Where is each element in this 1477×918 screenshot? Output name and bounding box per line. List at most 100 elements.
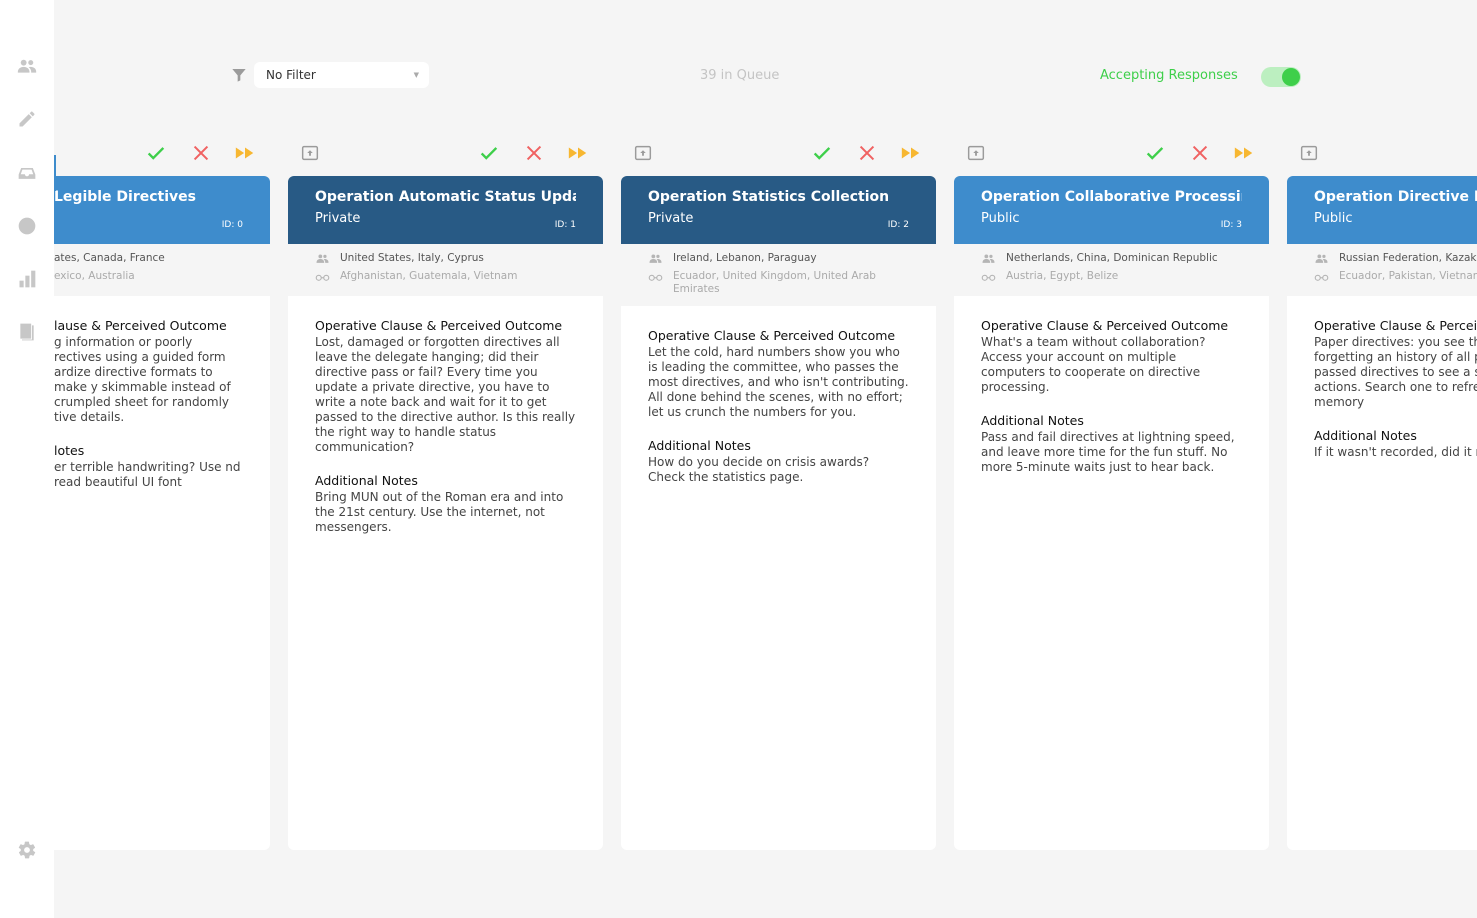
clause-heading: Operative Clause & Perceiv	[1314, 318, 1477, 333]
gear-icon[interactable]	[17, 840, 37, 860]
users-icon	[981, 252, 996, 265]
sidebar	[0, 0, 54, 918]
directive-card: Operation Collaborative Processing Publi…	[954, 140, 1269, 850]
card-body[interactable]: Operative Clause & Perceived Outcome Los…	[288, 296, 603, 850]
observer-list: Ecuador, Pakistan, Vietnam	[1339, 270, 1477, 282]
close-icon[interactable]	[190, 142, 212, 164]
sponsor-row: ates, Canada, France	[54, 252, 243, 265]
pencil-icon[interactable]	[17, 109, 37, 129]
send-icon[interactable]	[965, 142, 987, 164]
card-title: Operation Statistics Collection	[648, 189, 890, 205]
check-icon[interactable]	[1144, 142, 1166, 164]
close-icon[interactable]	[856, 142, 878, 164]
sponsor-list: United States, Italy, Cyprus	[340, 252, 484, 264]
notes-text: How do you decide on crisis awards? Chec…	[648, 455, 870, 484]
card-actions	[1287, 140, 1477, 166]
clause-text: Paper directives: you see th them. Skip …	[1314, 335, 1477, 409]
users-icon	[648, 252, 663, 265]
observer-list: Austria, Egypt, Belize	[1006, 270, 1119, 282]
card-body[interactable]: Operative Clause & Perceived Outcome Let…	[621, 306, 936, 850]
fast-forward-icon[interactable]	[900, 142, 922, 164]
bar-chart-icon[interactable]	[17, 269, 37, 289]
observer-list: Afghanistan, Guatemala, Vietnam	[340, 270, 518, 282]
card-header[interactable]: Operation Automatic Status Updates Priva…	[288, 176, 603, 244]
sponsor-list: Ireland, Lebanon, Paraguay	[673, 252, 817, 264]
observer-list: Ecuador, United Kingdom, United Arab Emi…	[673, 270, 876, 295]
card-privacy: Public	[981, 211, 1020, 226]
card-privacy: Private	[648, 211, 694, 226]
notes-heading: Additional Notes	[1314, 428, 1417, 443]
selection-indicator	[54, 155, 56, 191]
notes-heading: lotes	[54, 443, 85, 458]
card-countries: Ireland, Lebanon, Paraguay Ecuador, Unit…	[621, 244, 936, 301]
card-id: ID: 2	[887, 220, 909, 230]
fast-forward-icon[interactable]	[1233, 142, 1255, 164]
fast-forward-icon[interactable]	[567, 142, 589, 164]
clause-heading: Operative Clause & Perceived Outcome	[315, 318, 563, 333]
card-title: Operation Collaborative Processing	[981, 189, 1242, 205]
card-title: Operation Automatic Status Updates	[315, 189, 576, 205]
card-id: ID: 1	[554, 220, 576, 230]
glasses-icon	[648, 270, 663, 283]
directive-card: Operation Statistics Collection Private …	[621, 140, 936, 850]
clause-text: Lost, damaged or forgotten directives al…	[315, 335, 576, 454]
sponsor-row: United States, Italy, Cyprus	[315, 252, 576, 265]
card-title: Operation Directive Hist	[1314, 189, 1477, 205]
send-icon[interactable]	[1298, 142, 1320, 164]
close-icon[interactable]	[523, 142, 545, 164]
glasses-icon	[315, 270, 330, 283]
clause-heading: Operative Clause & Perceived Outcome	[981, 318, 1229, 333]
card-countries: Netherlands, China, Dominican Republic A…	[954, 244, 1269, 288]
card-id: ID: 3	[1220, 220, 1242, 230]
close-icon[interactable]	[1189, 142, 1211, 164]
check-icon[interactable]	[145, 142, 167, 164]
card-track: Legible Directives ID: 0 ates, Canada, F…	[54, 0, 1477, 918]
users-icon	[315, 252, 330, 265]
notes-heading: Additional Notes	[981, 413, 1084, 428]
card-privacy: Private	[315, 211, 361, 226]
clause-heading: lause & Perceived Outcome	[54, 318, 227, 333]
card-header[interactable]: Operation Statistics Collection Private …	[621, 176, 936, 244]
card-countries: ates, Canada, France exico, Australia	[54, 244, 270, 288]
fast-forward-icon[interactable]	[234, 142, 256, 164]
notes-text: er terrible handwriting? Use nd read bea…	[54, 460, 241, 489]
card-title: Legible Directives	[54, 189, 196, 205]
clause-text: Let the cold, hard numbers show you who …	[648, 345, 909, 419]
card-header[interactable]: Legible Directives ID: 0	[54, 176, 270, 244]
notes-heading: Additional Notes	[315, 473, 418, 488]
check-icon[interactable]	[478, 142, 500, 164]
card-countries: Russian Federation, Kazakh Ecuador, Paki…	[1287, 244, 1477, 288]
check-icon[interactable]	[811, 142, 833, 164]
directive-card: Legible Directives ID: 0 ates, Canada, F…	[54, 140, 270, 850]
observer-row: Austria, Egypt, Belize	[981, 270, 1242, 283]
glasses-icon	[1314, 270, 1329, 283]
clock-icon[interactable]	[17, 216, 37, 236]
card-actions	[621, 140, 936, 166]
notes-text: If it wasn't recorded, did it r	[1314, 445, 1477, 459]
card-header[interactable]: Operation Collaborative Processing Publi…	[954, 176, 1269, 244]
clause-text: g information or poorly rectives using a…	[54, 335, 231, 424]
card-body[interactable]: Operative Clause & Perceiv Paper directi…	[1287, 296, 1477, 850]
card-body[interactable]: lause & Perceived Outcome g information …	[54, 296, 270, 850]
book-icon[interactable]	[17, 322, 37, 342]
send-icon[interactable]	[299, 142, 321, 164]
sponsor-row: Ireland, Lebanon, Paraguay	[648, 252, 909, 265]
card-actions	[288, 140, 603, 166]
card-actions	[954, 140, 1269, 166]
observer-row: Ecuador, Pakistan, Vietnam	[1314, 270, 1477, 283]
clause-text: What's a team without collaboration? Acc…	[981, 335, 1206, 394]
notes-text: Pass and fail directives at lightning sp…	[981, 430, 1235, 474]
glasses-icon	[981, 270, 996, 283]
card-header[interactable]: Operation Directive Hist Public	[1287, 176, 1477, 244]
sponsor-list: Netherlands, China, Dominican Republic	[1006, 252, 1218, 264]
notes-heading: Additional Notes	[648, 438, 751, 453]
inbox-icon[interactable]	[17, 163, 37, 183]
observer-list: exico, Australia	[54, 270, 135, 282]
card-body[interactable]: Operative Clause & Perceived Outcome Wha…	[954, 296, 1269, 850]
send-icon[interactable]	[632, 142, 654, 164]
directive-card: Operation Directive Hist Public Russian …	[1287, 140, 1477, 850]
card-id: ID: 0	[221, 220, 243, 230]
users-icon	[1314, 252, 1329, 265]
users-icon[interactable]	[17, 56, 37, 76]
card-privacy: Public	[1314, 211, 1353, 226]
